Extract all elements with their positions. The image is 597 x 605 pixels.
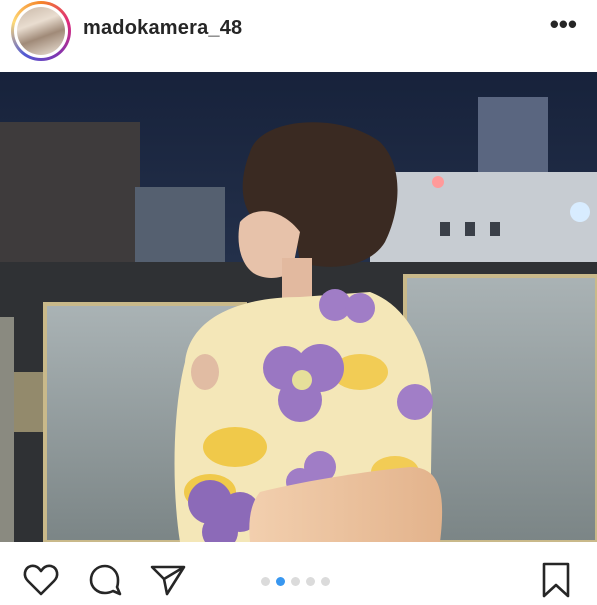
heart-icon[interactable] [21,560,61,600]
carousel-indicator [261,577,330,589]
carousel-dot [291,577,300,586]
carousel-dot [261,577,270,586]
send-icon[interactable] [148,560,188,600]
avatar[interactable] [17,7,65,55]
comment-icon[interactable] [85,560,125,600]
window [490,222,500,236]
username[interactable]: madokamera_48 [83,17,242,40]
bookmark-icon[interactable] [536,560,576,600]
carousel-dot [306,577,315,586]
building-left [0,122,140,262]
window [465,222,475,236]
post-header: madokamera_48 ••• [0,0,597,72]
purple-flower [397,384,433,420]
light [570,202,590,222]
yellow-flower [203,427,267,467]
light [432,176,444,188]
carousel-dot [321,577,330,586]
action-bar [0,548,597,600]
more-horizontal-icon[interactable]: ••• [550,11,577,37]
post-photo[interactable] [0,72,597,542]
photo-illustration [0,72,597,542]
shoulder [191,354,219,390]
story-ring[interactable] [11,1,71,61]
window [440,222,450,236]
flower-center [292,370,312,390]
railing-post [0,317,14,542]
avatar-frame [14,4,68,58]
neck [282,258,312,298]
carousel-dot-active [276,577,285,586]
